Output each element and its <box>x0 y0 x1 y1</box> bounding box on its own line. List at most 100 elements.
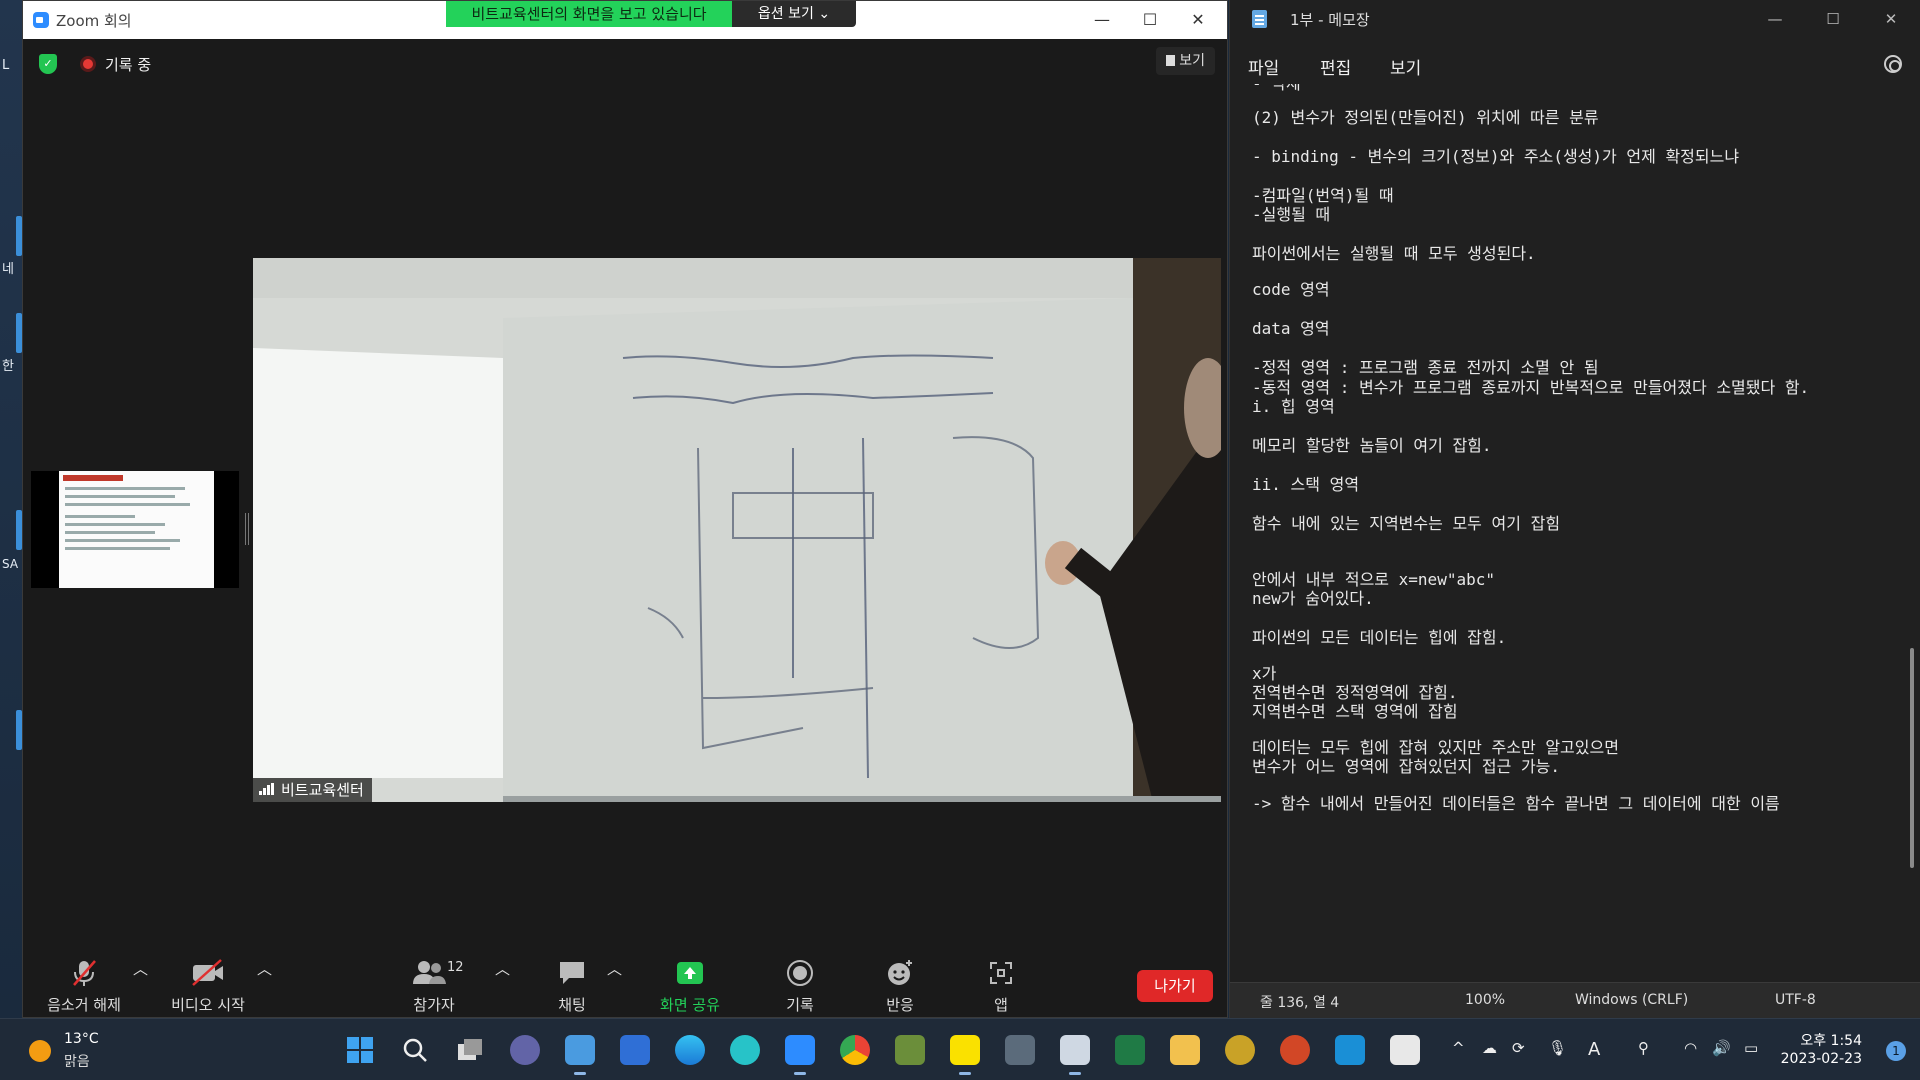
text-line: -실행될 때 <box>1252 205 1331 224</box>
text-line: code 영역 <box>1252 280 1330 299</box>
text-line: 파이썬의 모든 데이터는 힙에 잡힘. <box>1252 628 1507 647</box>
teams-chat-icon[interactable] <box>510 1035 540 1065</box>
calculator-icon[interactable] <box>1005 1035 1035 1065</box>
snipping-tool-icon[interactable] <box>1060 1035 1090 1075</box>
tray-overflow-chevron-icon[interactable]: ^ <box>1452 1039 1465 1057</box>
onedrive-cloud-icon[interactable]: ☁ <box>1482 1039 1497 1057</box>
encryption-shield-icon[interactable]: ✓ <box>39 54 57 74</box>
clock-time[interactable]: 오후 1:54 <box>1800 1030 1862 1050</box>
excel-icon[interactable] <box>1115 1035 1145 1065</box>
record-label: 기록 <box>786 996 814 1014</box>
encoding: UTF-8 <box>1775 992 1816 1008</box>
input-method-icon[interactable]: ⚲ <box>1638 1039 1649 1057</box>
app-icon[interactable] <box>730 1035 760 1065</box>
audio-options-chevron-icon[interactable]: ︿ <box>133 958 148 979</box>
participants-button[interactable]: 12 참가자 <box>389 958 479 1015</box>
edge-icon[interactable] <box>675 1035 705 1065</box>
start-icon[interactable] <box>345 1035 375 1065</box>
unmute-label: 음소거 해제 <box>47 996 121 1014</box>
powerpoint-icon[interactable] <box>1280 1035 1310 1065</box>
wifi-icon[interactable]: ◠ <box>1684 1039 1697 1057</box>
minecraft-icon[interactable] <box>895 1035 925 1065</box>
meeting-top-bar: ✓ 기록 중 보기 <box>23 39 1227 89</box>
volume-icon[interactable]: 🔊 <box>1712 1039 1731 1057</box>
text-line: 변수가 어느 영역에 잡혀있던지 접근 가능. <box>1252 757 1561 776</box>
text-line: new가 숨어있다. <box>1252 589 1374 608</box>
kakaotalk-icon[interactable] <box>950 1035 980 1075</box>
reactions-icon <box>855 958 945 988</box>
share-screen-label: 화면 공유 <box>660 996 720 1014</box>
minimize-icon[interactable]: — <box>1746 0 1804 38</box>
app-icon[interactable] <box>1225 1035 1255 1065</box>
unmute-button[interactable]: 음소거 해제 <box>39 958 129 1015</box>
zoom-title-bar: Zoom 회의 비트교육센터의 화면을 보고 있습니다 옵션 보기 ⌄ — ☐ … <box>23 1 1227 39</box>
participant-name-tag: 비트교육센터 <box>253 778 372 802</box>
search-icon[interactable] <box>400 1035 430 1065</box>
desktop-icon-label[interactable]: SA <box>2 557 18 571</box>
weather-sun-icon[interactable] <box>29 1040 51 1062</box>
zoom-icon[interactable] <box>785 1035 815 1075</box>
desktop-icon-label[interactable]: 한 <box>2 355 14 374</box>
shared-screen-thumbnail[interactable] <box>31 471 239 588</box>
recording-icon[interactable] <box>80 56 96 72</box>
task-view-icon[interactable] <box>455 1035 485 1065</box>
speaker-video[interactable]: 비트교육센터 <box>253 258 1221 802</box>
desktop-icon-label[interactable]: 네 <box>2 258 14 277</box>
text-line: i. 힙 영역 <box>1252 397 1335 416</box>
chat-options-chevron-icon[interactable]: ︿ <box>607 958 622 979</box>
file-explorer-icon[interactable] <box>1170 1035 1200 1065</box>
video-options-chevron-icon[interactable]: ︿ <box>257 958 272 979</box>
signal-strength-icon <box>259 783 275 795</box>
sync-icon[interactable]: ⟳ <box>1512 1039 1525 1057</box>
record-icon <box>755 958 845 988</box>
microphone-icon[interactable]: 🎙 <box>1548 1039 1567 1057</box>
desktop-icon-label[interactable]: L <box>2 58 9 73</box>
ime-indicator[interactable]: A <box>1588 1039 1600 1060</box>
share-banner: 비트교육센터의 화면을 보고 있습니다 옵션 보기 ⌄ <box>446 1 856 27</box>
clock-date[interactable]: 2023-02-23 <box>1781 1051 1862 1067</box>
start-video-button[interactable]: 비디오 시작 <box>153 958 263 1015</box>
menu-view[interactable]: 보기 <box>1390 54 1421 79</box>
settings-gear-icon[interactable] <box>1884 55 1902 73</box>
chat-icon <box>527 958 617 988</box>
share-screen-button[interactable]: 화면 공유 <box>645 958 735 1015</box>
menu-edit[interactable]: 편집 <box>1320 54 1351 79</box>
maximize-icon[interactable]: ☐ <box>1804 0 1862 38</box>
app-icon[interactable] <box>1390 1035 1420 1065</box>
participants-options-chevron-icon[interactable]: ︿ <box>495 958 510 979</box>
start-video-label: 비디오 시작 <box>171 996 245 1014</box>
chat-button[interactable]: 채팅 <box>527 958 617 1015</box>
menu-bar: 파일 편집 보기 <box>1230 44 1920 84</box>
battery-icon[interactable]: ▭ <box>1744 1039 1758 1057</box>
zoom-level[interactable]: 100% <box>1465 992 1505 1008</box>
notepad-title-bar: 1부 - 메모장 — ☐ ✕ <box>1230 0 1920 38</box>
close-icon[interactable]: ✕ <box>1169 1 1227 39</box>
text-editor-area[interactable]: - 삭제 (2) 변수가 정의된(만들어진) 위치에 따른 분류 - bindi… <box>1230 84 1900 978</box>
desktop-icons-strip: L 네 한 SA <box>0 0 22 1018</box>
leave-button[interactable]: 나가기 <box>1137 970 1213 1002</box>
split-divider-handle[interactable] <box>245 513 249 545</box>
view-icon <box>1166 55 1176 66</box>
notepad-app-icon <box>1252 10 1267 28</box>
app-icon[interactable] <box>1335 1035 1365 1065</box>
notepad-icon[interactable] <box>565 1035 595 1075</box>
menu-file[interactable]: 파일 <box>1248 54 1279 79</box>
view-button[interactable]: 보기 <box>1156 47 1215 75</box>
vertical-scrollbar[interactable] <box>1910 648 1914 868</box>
view-options-button[interactable]: 옵션 보기 ⌄ <box>732 1 856 27</box>
notification-badge[interactable]: 1 <box>1886 1041 1906 1061</box>
reactions-button[interactable]: 반응 <box>855 958 945 1015</box>
apps-button[interactable]: 앱 <box>956 958 1046 1015</box>
chrome-icon[interactable] <box>840 1035 870 1065</box>
close-icon[interactable]: ✕ <box>1862 0 1920 38</box>
store-icon[interactable] <box>620 1035 650 1065</box>
participant-name: 비트교육센터 <box>281 781 364 799</box>
text-line: - binding - 변수의 크기(정보)와 주소(생성)가 언제 확정되느냐 <box>1252 147 1740 166</box>
slide-preview <box>59 471 214 588</box>
microphone-muted-icon <box>39 958 129 988</box>
view-label: 보기 <box>1179 53 1205 69</box>
record-button[interactable]: 기록 <box>755 958 845 1015</box>
taskbar: 13°C 맑음 ^ ☁ ⟳ 🎙 A ⚲ ◠ 🔊 ▭ 오후 1:54 2023-0… <box>0 1018 1920 1080</box>
weather-condition[interactable]: 맑음 <box>64 1051 90 1071</box>
weather-temperature[interactable]: 13°C <box>64 1031 99 1047</box>
